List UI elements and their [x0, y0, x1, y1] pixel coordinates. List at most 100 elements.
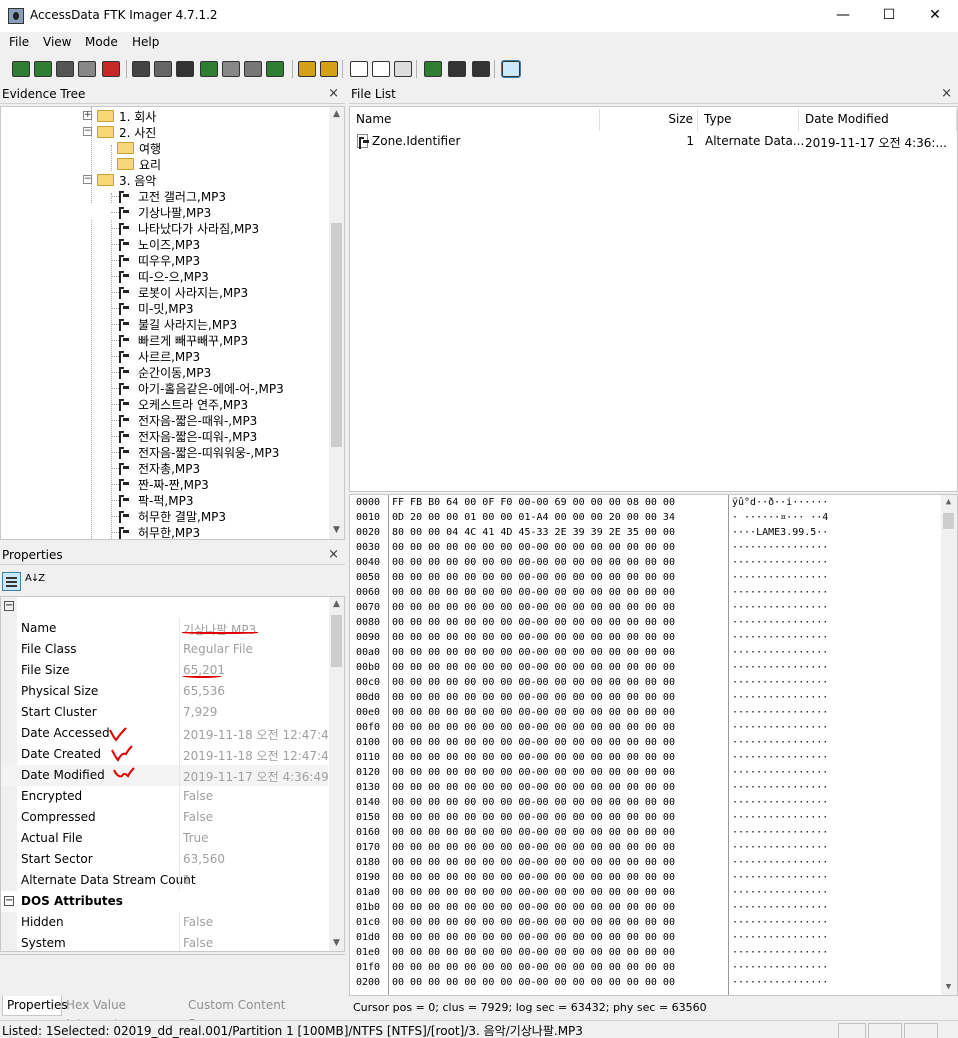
property-row[interactable]: Encrypted False: [1, 786, 328, 807]
property-row[interactable]: Hidden False: [1, 912, 328, 933]
property-category-dos[interactable]: − DOS Attributes: [1, 891, 328, 912]
hex-scrollbar[interactable]: ▲ ▼: [941, 495, 957, 995]
property-row[interactable]: File Size 65,201: [1, 660, 328, 681]
tree-file[interactable]: 띠우우,MP3: [1, 252, 327, 268]
tree-folder-4[interactable]: 요리: [1, 156, 327, 172]
hex-viewer[interactable]: 0000 FF FB B0 64 00 0F F0 00-00 69 00 00 …: [349, 494, 958, 996]
export-file-hash-icon[interactable]: [394, 61, 412, 77]
scroll-down-icon[interactable]: ▼: [941, 980, 956, 995]
export-logical-image-icon[interactable]: [176, 61, 194, 77]
export-directory-listing-icon[interactable]: [424, 61, 442, 77]
expand-icon[interactable]: +: [83, 111, 92, 120]
hex-row[interactable]: 0150 00 00 00 00 00 00 00 00-00 00 00 00 …: [350, 812, 940, 827]
tree-file[interactable]: 미-밋,MP3: [1, 300, 327, 316]
minimize-button[interactable]: —: [820, 0, 866, 32]
hex-row[interactable]: 0010 0D 20 00 00 01 00 00 01-A4 00 00 00 …: [350, 512, 940, 527]
tree-folder-3[interactable]: 여행: [1, 140, 327, 156]
sort-alphabetical-icon[interactable]: A↓Z: [25, 573, 45, 584]
tree-file[interactable]: 기상나팔,MP3: [1, 204, 327, 220]
hex-row[interactable]: 0090 00 00 00 00 00 00 00 00-00 00 00 00 …: [350, 632, 940, 647]
image-mounting-icon[interactable]: [56, 61, 74, 77]
hex-row[interactable]: 0000 FF FB B0 64 00 0F F0 00-00 69 00 00 …: [350, 497, 940, 512]
hex-row[interactable]: 0190 00 00 00 00 00 00 00 00-00 00 00 00 …: [350, 872, 940, 887]
file-list[interactable]: Name Size Type Date Modified Zone.Identi…: [349, 106, 958, 492]
hex-row[interactable]: 0020 80 00 00 04 4C 41 4D 45-33 2E 39 39 …: [350, 527, 940, 542]
property-row[interactable]: Date Modified 2019-11-17 오전 4:36:49: [1, 765, 328, 786]
property-row[interactable]: Actual File True: [1, 828, 328, 849]
hex-row[interactable]: 00a0 00 00 00 00 00 00 00 00-00 00 00 00 …: [350, 647, 940, 662]
hex-row[interactable]: 0130 00 00 00 00 00 00 00 00-00 00 00 00 …: [350, 782, 940, 797]
evidence-tree[interactable]: +1. 회사 − 2. 사진 여행 요리 − 3. 음악 고전 갤러그,MP3 기상나팔,MP3…: [0, 106, 345, 540]
tree-file[interactable]: 빠르게 빼꾸빼꾸,MP3: [1, 332, 327, 348]
detect-efs-icon[interactable]: [350, 61, 368, 77]
help-icon[interactable]: [524, 61, 542, 77]
hex-row[interactable]: 0060 00 00 00 00 00 00 00 00-00 00 00 00 …: [350, 587, 940, 602]
file-list-close-icon[interactable]: ×: [941, 86, 952, 101]
menu-help[interactable]: Help: [132, 35, 159, 49]
tree-file[interactable]: 고전 갤러그,MP3: [1, 188, 327, 204]
tree-file[interactable]: 로봇이 사라지는,MP3: [1, 284, 327, 300]
hex-row[interactable]: 00b0 00 00 00 00 00 00 00 00-00 00 00 00 …: [350, 662, 940, 677]
hex-row[interactable]: 01b0 00 00 00 00 00 00 00 00-00 00 00 00 …: [350, 902, 940, 917]
property-row[interactable]: Physical Size 65,536: [1, 681, 328, 702]
tree-file[interactable]: 불길 사라지는,MP3: [1, 316, 327, 332]
collapse-icon[interactable]: −: [83, 127, 92, 136]
tree-file[interactable]: 허무한,MP3: [1, 524, 327, 539]
text-view-icon[interactable]: [472, 61, 490, 77]
hex-row[interactable]: 01c0 00 00 00 00 00 00 00 00-00 00 00 00 …: [350, 917, 940, 932]
properties-scrollbar[interactable]: ▲ ▼: [329, 597, 344, 951]
tree-file[interactable]: 허무한 결말,MP3: [1, 508, 327, 524]
tree-file[interactable]: 팍-퍽,MP3: [1, 492, 327, 508]
hex-row[interactable]: 0140 00 00 00 00 00 00 00 00-00 00 00 00 …: [350, 797, 940, 812]
hex-row[interactable]: 0180 00 00 00 00 00 00 00 00-00 00 00 00 …: [350, 857, 940, 872]
maximize-button[interactable]: ☐: [866, 0, 912, 32]
property-row[interactable]: Date Created 2019-11-18 오전 12:47:46: [1, 744, 328, 765]
tree-file[interactable]: 오케스트라 연주,MP3: [1, 396, 327, 412]
scroll-up-icon[interactable]: ▲: [329, 597, 344, 612]
scroll-thumb[interactable]: [331, 615, 342, 667]
hex-row[interactable]: 0080 00 00 00 00 00 00 00 00-00 00 00 00 …: [350, 617, 940, 632]
auto-view-icon[interactable]: [448, 61, 466, 77]
verify-drive-icon[interactable]: [266, 61, 284, 77]
hex-row[interactable]: 0070 00 00 00 00 00 00 00 00-00 00 00 00 …: [350, 602, 940, 617]
capture-memory-icon[interactable]: [298, 61, 316, 77]
categorized-icon[interactable]: [2, 572, 21, 591]
tree-file[interactable]: 사르르,MP3: [1, 348, 327, 364]
tab-custom-content-sources[interactable]: Custom Content Sources: [184, 996, 328, 1031]
hex-row[interactable]: 01f0 00 00 00 00 00 00 00 00-00 00 00 00 …: [350, 962, 940, 977]
properties-close-icon[interactable]: ×: [328, 547, 339, 562]
tree-file[interactable]: 전자음-짧은-띠워워웅-,MP3: [1, 444, 327, 460]
add-all-evidence-icon[interactable]: [34, 61, 52, 77]
tree-file[interactable]: 띠-으-으,MP3: [1, 268, 327, 284]
tree-file[interactable]: 짠-짜-짠,MP3: [1, 476, 327, 492]
collapse-icon[interactable]: −: [4, 601, 14, 611]
tab-hex-value-interpreter[interactable]: Hex Value Interpreter: [62, 996, 184, 1031]
hex-row[interactable]: 0160 00 00 00 00 00 00 00 00-00 00 00 00 …: [350, 827, 940, 842]
properties-grid[interactable]: − Name 기상나팔.MP3 File Class Regular File File…: [0, 596, 345, 952]
tree-folder-2[interactable]: − 2. 사진: [1, 124, 327, 140]
hex-row[interactable]: 0200 00 00 00 00 00 00 00 00-00 00 00 00 …: [350, 977, 940, 992]
decrypt-ad1-icon[interactable]: [244, 61, 262, 77]
tree-folder-1[interactable]: +1. 회사: [1, 108, 327, 124]
property-row[interactable]: Compressed False: [1, 807, 328, 828]
tree-file[interactable]: 전자음-짧은-때워-,MP3: [1, 412, 327, 428]
add-to-custom-content-icon[interactable]: [200, 61, 218, 77]
hex-row[interactable]: 0110 00 00 00 00 00 00 00 00-00 00 00 00 …: [350, 752, 940, 767]
create-disk-image-icon[interactable]: [132, 61, 150, 77]
property-row[interactable]: File Class Regular File: [1, 639, 328, 660]
hex-row[interactable]: 0170 00 00 00 00 00 00 00 00-00 00 00 00 …: [350, 842, 940, 857]
menu-file[interactable]: File: [9, 35, 29, 49]
remove-all-evidence-icon[interactable]: [102, 61, 120, 77]
export-disk-image-icon[interactable]: [154, 61, 172, 77]
property-row[interactable]: Start Sector 63,560: [1, 849, 328, 870]
hex-row[interactable]: 0030 00 00 00 00 00 00 00 00-00 00 00 00 …: [350, 542, 940, 557]
tree-file[interactable]: 전자음-짧은-띠워-,MP3: [1, 428, 327, 444]
scroll-up-icon[interactable]: ▲: [329, 107, 344, 122]
hex-row[interactable]: 0120 00 00 00 00 00 00 00 00-00 00 00 00 …: [350, 767, 940, 782]
column-name[interactable]: Name: [350, 109, 600, 131]
tree-scrollbar[interactable]: ▲ ▼: [329, 107, 344, 539]
hex-row[interactable]: 0040 00 00 00 00 00 00 00 00-00 00 00 00 …: [350, 557, 940, 572]
tree-folder-5[interactable]: − 3. 음악: [1, 172, 327, 188]
tab-properties[interactable]: Properties: [2, 996, 68, 1016]
hex-row[interactable]: 0050 00 00 00 00 00 00 00 00-00 00 00 00 …: [350, 572, 940, 587]
